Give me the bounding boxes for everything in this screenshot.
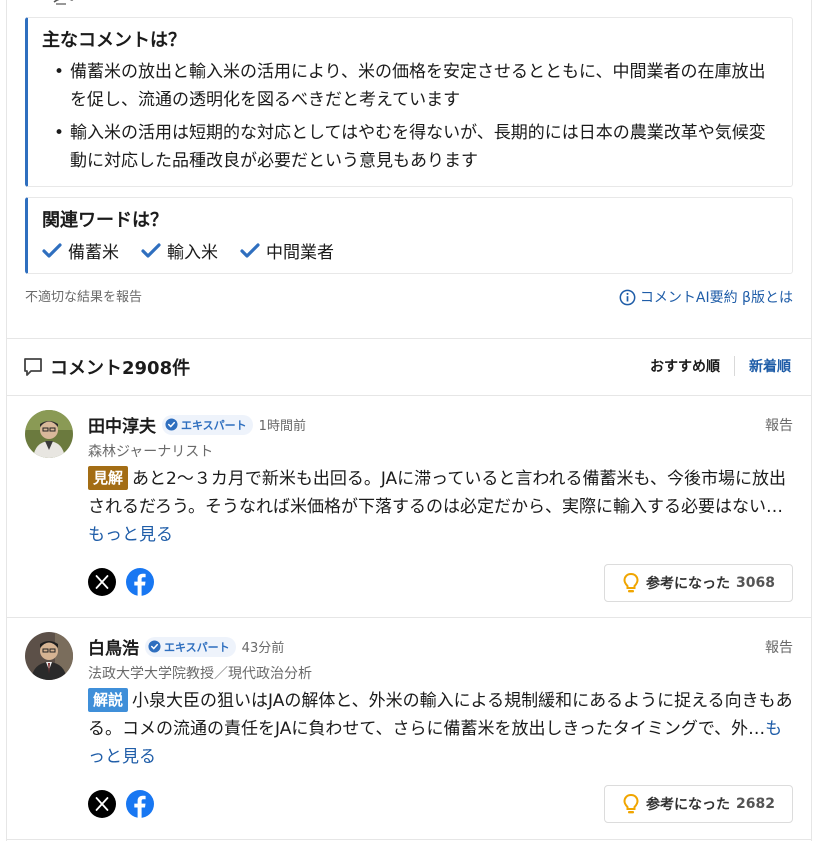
sort-options: おすすめ順 新着順 xyxy=(650,356,791,376)
summary-card: 主なコメントは？ 備蓄米の放出と輸入米の活用により、米の価格を安定させるとともに… xyxy=(25,17,793,187)
check-icon xyxy=(42,242,62,258)
helpful-count: 2682 xyxy=(736,796,775,812)
related-word-label: 中間業者 xyxy=(266,243,334,263)
expert-check-icon xyxy=(148,640,161,653)
report-button[interactable]: 報告 xyxy=(765,415,793,435)
comments-header: コメント2908件 xyxy=(22,354,190,380)
x-icon[interactable] xyxy=(88,568,116,596)
helpful-label: 参考になった xyxy=(646,576,731,592)
comment-item: 田中淳夫 エキスパート 1時間前 森林ジャーナリスト 報告 見解 あと2～３カ月で… xyxy=(25,410,793,610)
helpful-label: 参考になった xyxy=(646,797,731,813)
avatar[interactable] xyxy=(25,410,73,458)
related-word-label: 備蓄米 xyxy=(68,243,119,263)
helpful-button[interactable]: 参考になった 2682 xyxy=(604,785,793,823)
comment-divider xyxy=(7,617,812,618)
section-divider xyxy=(7,395,812,396)
author-role: 森林ジャーナリスト xyxy=(88,444,214,460)
check-icon xyxy=(141,242,161,258)
facebook-icon[interactable] xyxy=(126,790,154,818)
expert-badge-label: エキスパート xyxy=(181,418,247,432)
report-button[interactable]: 報告 xyxy=(765,637,793,657)
comment-tag: 解説 xyxy=(88,688,129,712)
sort-recommended-tab[interactable]: おすすめ順 xyxy=(650,356,735,376)
name-row: 白鳥浩 エキスパート 43分前 xyxy=(88,634,312,659)
comments-count-title: コメント2908件 xyxy=(50,358,191,379)
ai-summary-about-link[interactable]: コメントAI要約 β版とは xyxy=(619,287,793,307)
comment-item: 白鳥浩 エキスパート 43分前 法政大学大学院教授／現代政治分析 報告 解説 小泉… xyxy=(25,632,793,832)
related-words: 備蓄米 輸入米 中間業者 xyxy=(42,238,778,263)
info-icon xyxy=(619,289,636,305)
ai-summary-label: コメントAI要約 β版とは xyxy=(639,290,793,306)
facebook-icon[interactable] xyxy=(126,568,154,596)
comment-text: あと2～３カ月で新米も出回る。JAに滞っていると言われる備蓄米も、今後市場に放出… xyxy=(88,469,786,517)
comment-tag: 見解 xyxy=(88,466,129,490)
avatar[interactable] xyxy=(25,632,73,680)
author-role: 法政大学大学院教授／現代政治分析 xyxy=(88,666,312,682)
expert-badge-label: エキスパート xyxy=(164,640,230,654)
expert-check-icon xyxy=(165,418,178,431)
section-divider xyxy=(7,338,812,339)
lightbulb-icon xyxy=(623,572,639,593)
share-buttons xyxy=(88,568,154,596)
related-words-card: 関連ワードは？ 備蓄米 輸入米 中間業者 xyxy=(25,197,793,274)
comment-text: 小泉大臣の狙いはJAの解体と、外米の輸入による規制緩和にあるように捉える向きもあ… xyxy=(88,691,793,739)
comment-meta: 田中淳夫 エキスパート 1時間前 森林ジャーナリスト xyxy=(88,412,306,461)
sort-newest-tab[interactable]: 新着順 xyxy=(735,356,791,376)
related-word[interactable]: 輸入米 xyxy=(141,238,218,263)
report-result-link[interactable]: 不適切な結果を報告 xyxy=(25,286,142,305)
comment-body: 見解 あと2～３カ月で新米も出回る。JAに滞っていると言われる備蓄米も、今後市場に… xyxy=(88,465,793,549)
helpful-button[interactable]: 参考になった 3068 xyxy=(604,564,793,602)
comment-body: 解説 小泉大臣の狙いはJAの解体と、外米の輸入による規制緩和にあるように捉える向き… xyxy=(88,687,793,771)
lightbulb-icon xyxy=(623,793,639,814)
summary-list: 備蓄米の放出と輸入米の活用により、米の価格を安定させるとともに、中間業者の在庫放… xyxy=(42,58,778,175)
pen-icon xyxy=(53,0,74,5)
related-word[interactable]: 備蓄米 xyxy=(42,238,119,263)
x-icon[interactable] xyxy=(88,790,116,818)
related-word-label: 輸入米 xyxy=(167,243,218,263)
share-buttons xyxy=(88,790,154,818)
author-name[interactable]: 白鳥浩 xyxy=(88,634,139,659)
comment-divider xyxy=(7,839,812,840)
summary-bullet: 輸入米の活用は短期的な対応としてはやむを得ないが、長期的には日本の農業改革や気候… xyxy=(42,119,778,175)
comment-meta: 白鳥浩 エキスパート 43分前 法政大学大学院教授／現代政治分析 xyxy=(88,634,312,683)
expert-badge: エキスパート xyxy=(145,636,236,657)
summary-bullet: 備蓄米の放出と輸入米の活用により、米の価格を安定させるとともに、中間業者の在庫放… xyxy=(42,58,778,114)
name-row: 田中淳夫 エキスパート 1時間前 xyxy=(88,412,306,437)
related-word[interactable]: 中間業者 xyxy=(240,238,334,263)
read-more-link[interactable]: もっと見る xyxy=(88,525,173,545)
helpful-count: 3068 xyxy=(736,575,775,591)
comment-time: 1時間前 xyxy=(258,419,306,434)
check-icon xyxy=(240,242,260,258)
comment-time: 43分前 xyxy=(241,641,285,656)
comment-bubble-icon xyxy=(24,358,42,376)
author-name[interactable]: 田中淳夫 xyxy=(88,412,156,437)
related-heading: 関連ワードは？ xyxy=(42,210,168,231)
summary-heading: 主なコメントは？ xyxy=(42,30,186,51)
expert-badge: エキスパート xyxy=(162,414,253,435)
